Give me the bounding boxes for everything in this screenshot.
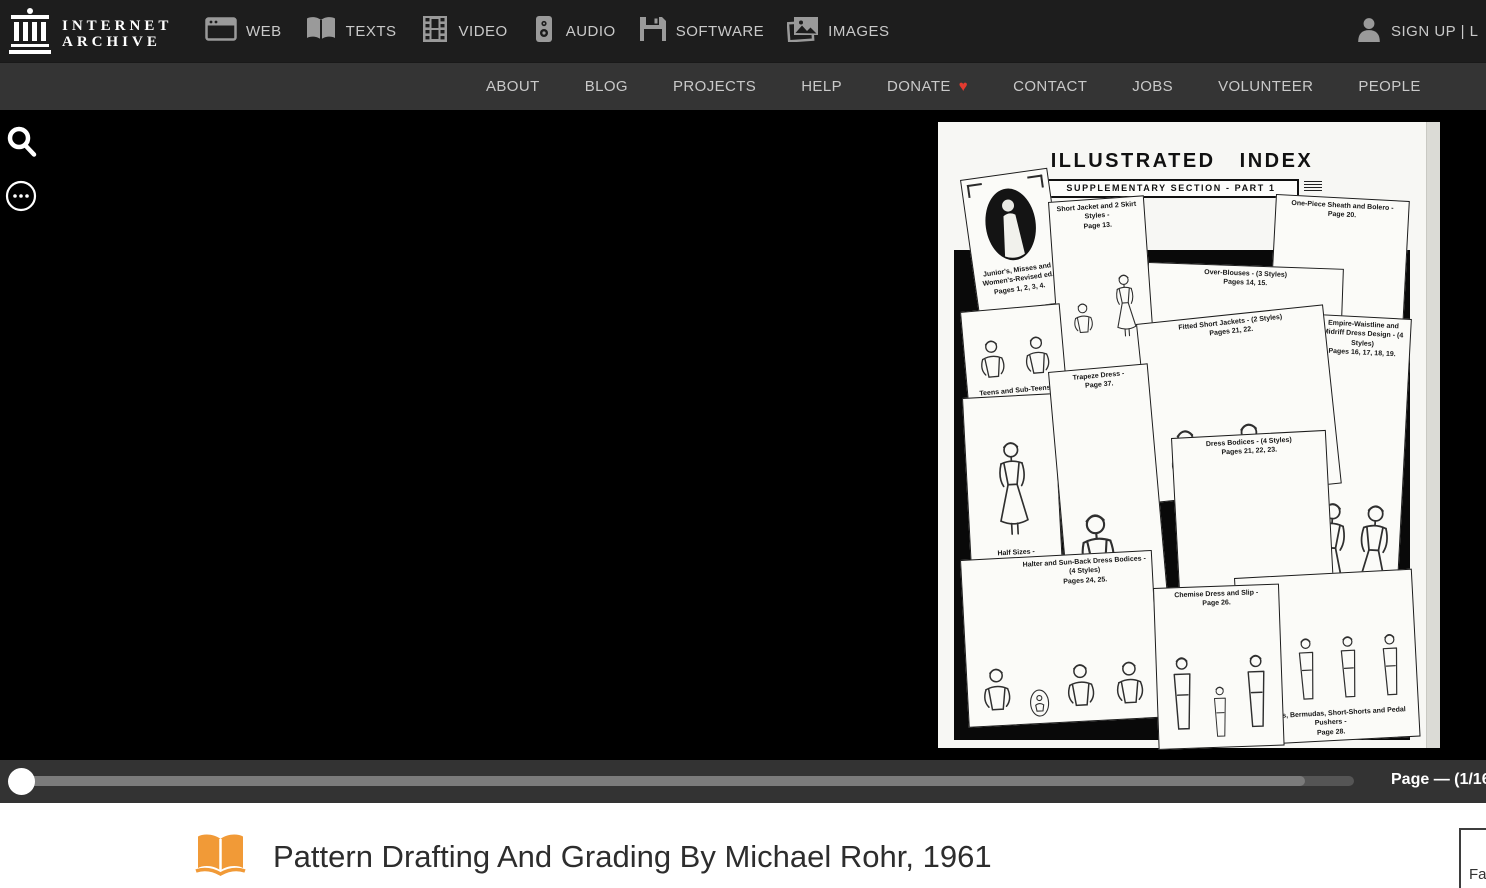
donate-heart-icon: ♥ [959,78,968,95]
book-icon [194,832,247,882]
nav-video-label: VIDEO [459,23,508,40]
top-navigation-bar: INTERNET ARCHIVE WEB TEXTS [0,0,1486,62]
software-icon [639,16,667,47]
nav-software-label: SOFTWARE [676,23,764,40]
item-info-bar: Pattern Drafting And Grading By Michael … [0,803,1486,888]
texts-icon [305,16,337,47]
sign-up-label: SIGN UP | L [1391,23,1478,40]
index-panel: Half Sizes - Pages 9, 10, 11, 12. [962,393,1063,574]
figure-sketch [978,182,1044,267]
page-edge [1426,122,1440,748]
nav-texts-label: TEXTS [346,23,397,40]
nav-texts[interactable]: TEXTS [305,16,397,47]
images-icon [787,16,819,47]
nav-help[interactable]: HELP [801,78,842,95]
person-icon [1356,16,1382,47]
archive-building-icon [8,7,52,60]
page-indicator: Page — (1/16 [1391,771,1486,789]
nav-software[interactable]: SOFTWARE [639,16,764,47]
nav-web-label: WEB [246,23,282,40]
nav-contact[interactable]: CONTACT [1013,78,1087,95]
scrubber-track[interactable] [20,776,1354,786]
book-title: Pattern Drafting And Grading By Michael … [273,839,992,875]
internet-archive-logo[interactable]: INTERNET ARCHIVE [8,7,172,60]
nav-donate[interactable]: DONATE ♥ [887,78,968,95]
favorite-button[interactable]: Fa [1459,828,1486,888]
audio-icon [531,16,557,47]
web-icon [205,16,237,47]
media-type-nav: WEB TEXTS VIDEO [205,0,890,62]
nav-audio[interactable]: AUDIO [531,16,616,47]
nav-projects[interactable]: PROJECTS [673,78,756,95]
more-options-icon[interactable] [5,180,37,212]
page-title: ILLUSTRATED INDEX [938,150,1426,173]
scrubber-track-loaded [20,776,1305,786]
index-panel: Halter and Sun-Back Dress Bodices - (4 S… [960,550,1161,728]
search-icon[interactable] [6,126,38,158]
logo-line1: INTERNET [62,18,172,34]
banner-ornament-right [1304,181,1322,193]
index-panel: Chemise Dress and Slip - Page 26. [1153,584,1285,750]
book-reader-viewer: ILLUSTRATED INDEX SUPPLEMENTARY SECTION … [0,110,1486,760]
nav-images-label: IMAGES [828,23,889,40]
page-banner: SUPPLEMENTARY SECTION - PART 1 [1043,179,1299,198]
scrubber-handle[interactable] [8,768,35,795]
nav-volunteer[interactable]: VOLUNTEER [1218,78,1313,95]
nav-people[interactable]: PEOPLE [1358,78,1420,95]
book-page-image[interactable]: ILLUSTRATED INDEX SUPPLEMENTARY SECTION … [938,122,1440,748]
sign-up-link[interactable]: SIGN UP | L [1356,0,1478,62]
nav-web[interactable]: WEB [205,16,282,47]
site-links-nav: ABOUT BLOG PROJECTS HELP DONATE ♥ CONTAC… [0,62,1486,110]
nav-blog[interactable]: BLOG [585,78,628,95]
nav-jobs[interactable]: JOBS [1132,78,1173,95]
video-icon [420,16,450,47]
nav-images[interactable]: IMAGES [787,16,889,47]
nav-video[interactable]: VIDEO [420,16,508,47]
page-scrubber-bar: Page — (1/16 [0,760,1486,803]
nav-audio-label: AUDIO [566,23,616,40]
nav-about[interactable]: ABOUT [486,78,540,95]
logo-line2: ARCHIVE [62,34,172,50]
